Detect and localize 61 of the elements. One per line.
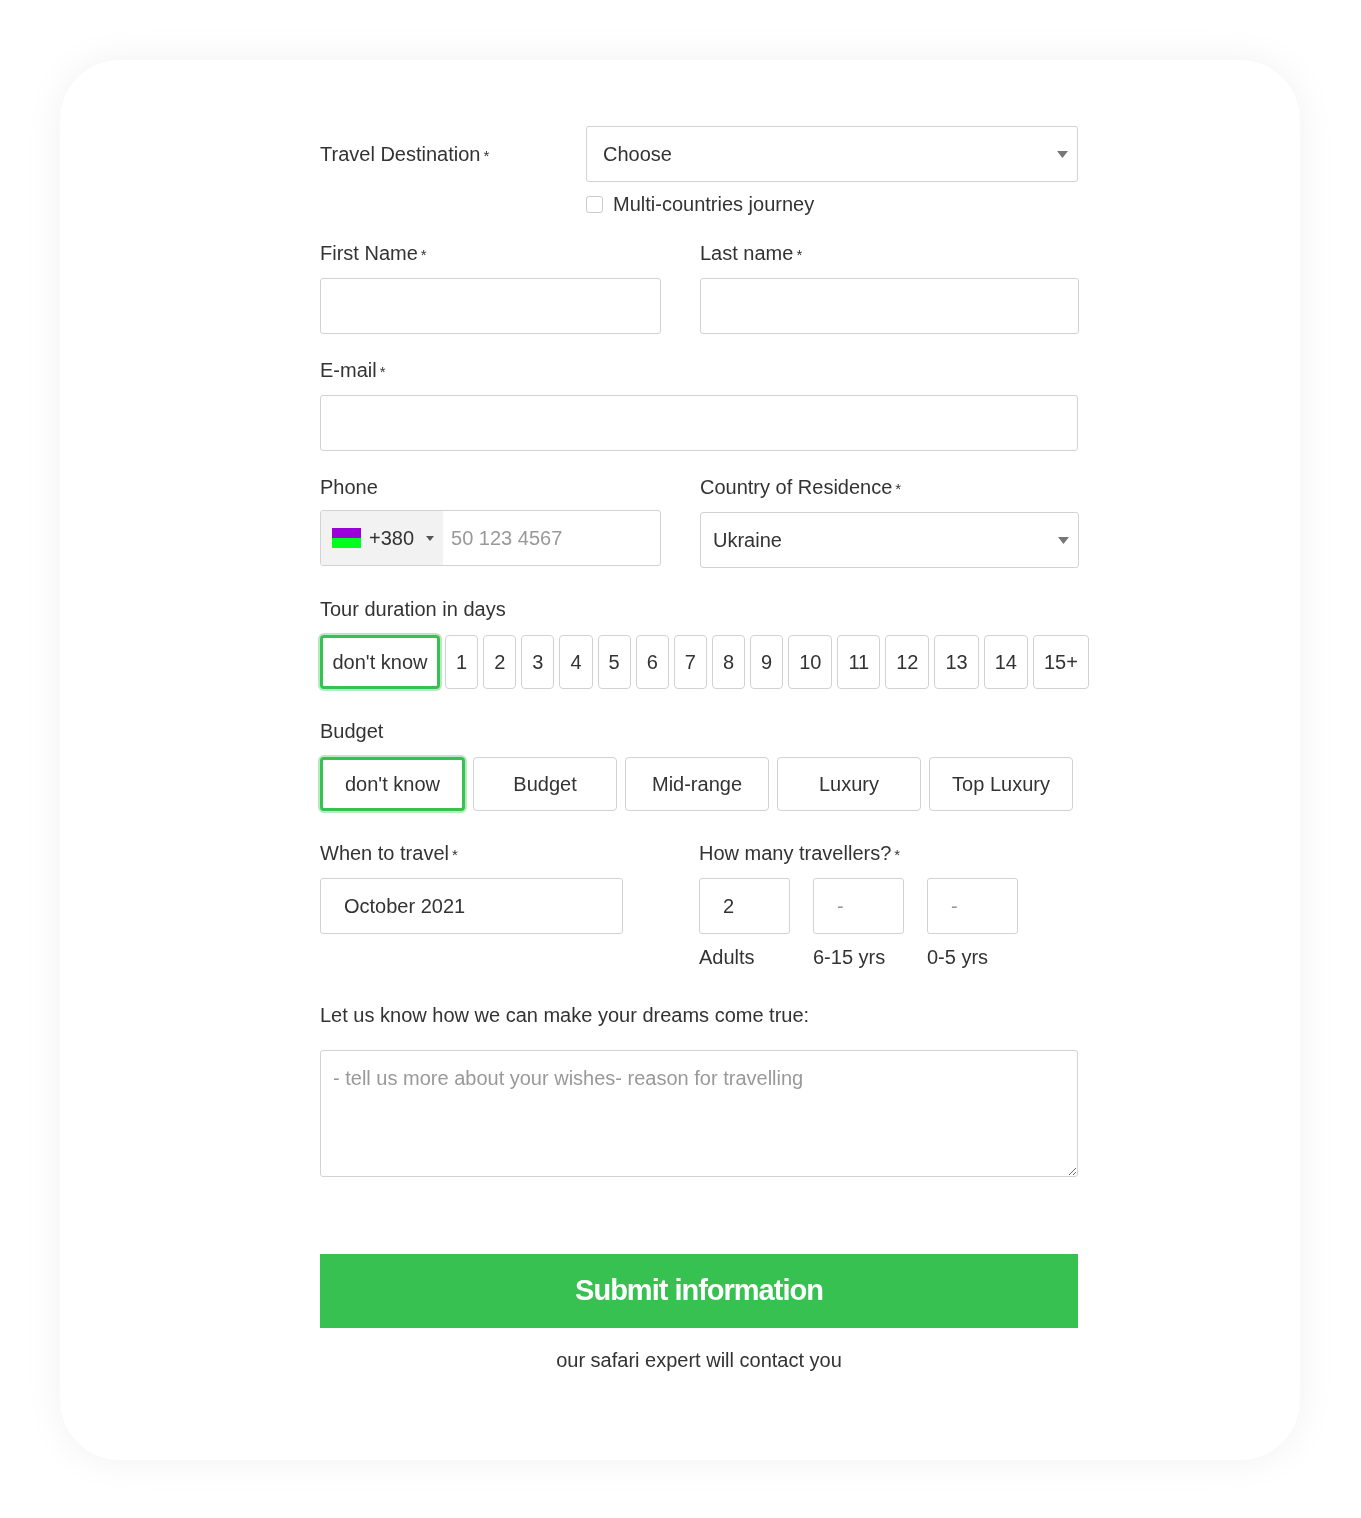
field-caption: 6-15 yrs (813, 945, 887, 969)
option-button[interactable]: Budget (473, 757, 617, 811)
field-label: Tour duration in days (320, 597, 506, 621)
field-label: Phone (320, 475, 378, 499)
checkbox-label: Multi-countries journey (613, 192, 815, 216)
field-caption: 0-5 yrs (927, 945, 990, 969)
select-field[interactable]: Choose (586, 126, 1078, 182)
option-button[interactable]: 4 (559, 635, 593, 689)
field-label: Budget (320, 719, 384, 743)
field-caption: Adults (699, 945, 756, 969)
required-mark: * (894, 845, 901, 865)
caret-icon (1058, 537, 1069, 544)
required-mark: * (483, 146, 490, 166)
flag-icon (332, 528, 361, 548)
required-mark: * (895, 479, 902, 499)
message-textarea[interactable]: - tell us more about your wishes- reason for travelling (320, 1050, 1078, 1177)
field-label: How many travellers? (699, 841, 892, 865)
required-mark: * (420, 245, 427, 265)
option-button[interactable]: 13 (934, 635, 979, 689)
option-button[interactable]: Top Luxury (929, 757, 1073, 811)
number-field[interactable]: - (927, 878, 1018, 934)
option-button[interactable]: 7 (673, 635, 707, 689)
option-button[interactable]: 6 (635, 635, 669, 689)
option-button[interactable]: 10 (788, 635, 833, 689)
select-field[interactable]: Ukraine (700, 512, 1079, 568)
field-label: Country of Residence (700, 475, 893, 499)
checkbox[interactable] (586, 195, 603, 213)
option-button[interactable]: 5 (597, 635, 631, 689)
option-button[interactable]: 8 (711, 635, 745, 689)
option-button[interactable]: 1 (445, 635, 479, 689)
field-label: When to travel (320, 841, 449, 865)
option-button[interactable]: 14 (983, 635, 1028, 689)
date-field[interactable]: October 2021 (320, 878, 623, 934)
country-code-button[interactable]: +380 (321, 511, 444, 565)
option-button[interactable]: 9 (750, 635, 784, 689)
option-button[interactable]: don't know (320, 757, 465, 811)
required-mark: * (451, 845, 458, 865)
field-label: Travel Destination (320, 142, 481, 166)
option-button[interactable]: 11 (837, 635, 881, 689)
phone-field[interactable]: +380 50 123 4567 (320, 510, 661, 566)
input-field[interactable] (320, 278, 661, 334)
option-button[interactable]: 2 (483, 635, 517, 689)
required-mark: * (379, 362, 386, 382)
number-field[interactable]: 2 (699, 878, 790, 934)
option-button[interactable]: 3 (521, 635, 555, 689)
option-button[interactable]: 12 (885, 635, 930, 689)
field-label: E-mail (320, 358, 377, 382)
option-button[interactable]: Mid-range (625, 757, 769, 811)
caret-icon (1057, 151, 1068, 158)
option-button[interactable]: don't know (320, 635, 440, 689)
field-label: First Name (320, 241, 418, 265)
field-label: Last name (700, 241, 794, 265)
required-mark: * (796, 245, 803, 265)
number-field[interactable]: - (813, 878, 904, 934)
option-button[interactable]: Luxury (777, 757, 921, 811)
caret-icon (426, 535, 435, 541)
field-label: Let us know how we can make your dreams come true: (320, 1003, 810, 1027)
option-button[interactable]: 15+ (1032, 635, 1089, 689)
input-field[interactable] (320, 395, 1078, 451)
contact-note: our safari expert will contact you (555, 1348, 843, 1372)
input-field[interactable] (700, 278, 1079, 334)
